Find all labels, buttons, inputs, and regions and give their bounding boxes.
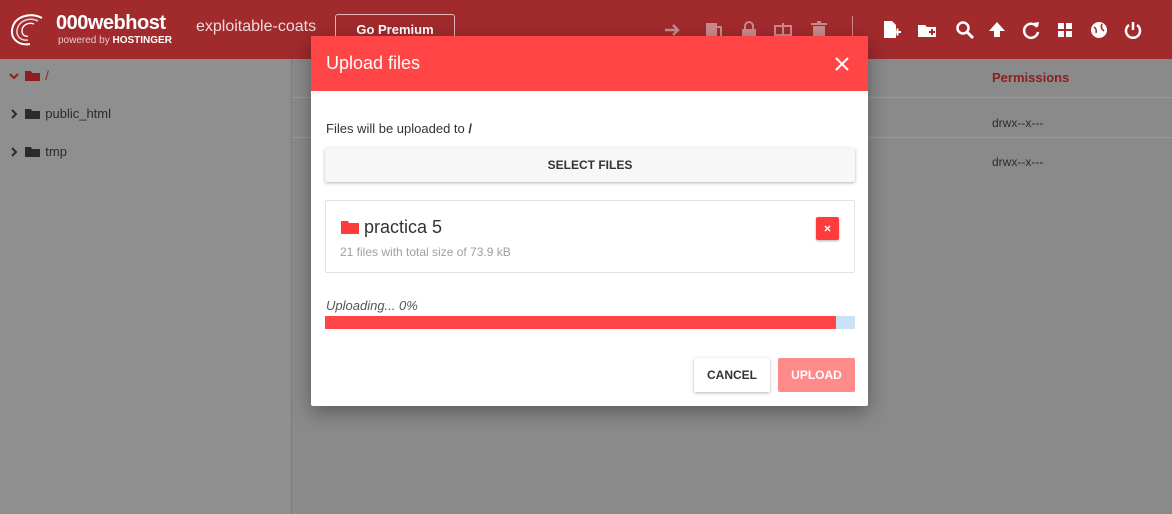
upload-button[interactable]: UPLOAD xyxy=(778,358,855,392)
upload-progress-bar xyxy=(325,316,855,329)
grid-view-icon[interactable] xyxy=(1054,19,1076,41)
brand-name: 000webhost xyxy=(56,12,166,34)
selected-file-name: practica 5 xyxy=(364,217,443,237)
remove-file-button[interactable] xyxy=(816,217,839,240)
upload-destination: Files will be uploaded to / xyxy=(326,121,472,136)
chevron-right-icon[interactable] xyxy=(8,146,20,158)
tree-item-label: tmp xyxy=(45,144,67,160)
refresh-icon[interactable] xyxy=(1020,19,1042,41)
close-icon[interactable] xyxy=(831,53,853,75)
selected-file-meta: 21 files with total size of 73.9 kB xyxy=(340,245,511,259)
chevron-right-icon[interactable] xyxy=(8,108,20,120)
cancel-button[interactable]: CANCEL xyxy=(694,358,770,392)
open-folder-icon xyxy=(24,70,40,81)
new-folder-icon[interactable] xyxy=(916,19,938,41)
upload-status: Uploading... 0% xyxy=(326,298,418,313)
select-files-button[interactable]: SELECT FILES xyxy=(325,148,855,182)
permissions-column-header[interactable]: Permissions xyxy=(992,70,1069,85)
swirl-logo-icon xyxy=(10,14,43,46)
folder-icon xyxy=(341,221,359,234)
tree-root[interactable]: / xyxy=(8,67,49,89)
new-file-icon[interactable] xyxy=(880,19,902,41)
folder-icon xyxy=(24,146,40,157)
search-icon[interactable] xyxy=(954,19,976,41)
dialog-header: Upload files xyxy=(311,36,868,91)
upload-progress-fill xyxy=(325,316,836,329)
chevron-down-icon[interactable] xyxy=(8,70,20,82)
selected-file-card: practica 5 21 files with total size of 7… xyxy=(325,200,855,273)
row-permissions: drwx--x--- xyxy=(992,116,1044,130)
upload-files-dialog: Upload files Files will be uploaded to /… xyxy=(311,36,868,406)
globe-icon[interactable] xyxy=(1088,19,1110,41)
row-permissions: drwx--x--- xyxy=(992,155,1044,169)
dialog-title: Upload files xyxy=(326,53,421,73)
upload-icon[interactable] xyxy=(986,19,1008,41)
tree-item-public-html[interactable]: public_html xyxy=(8,105,111,127)
site-name: exploitable-coats xyxy=(196,18,317,35)
brand-logo[interactable]: 000webhost powered by HOSTINGER xyxy=(8,12,198,48)
folder-icon xyxy=(24,108,40,119)
tree-item-tmp[interactable]: tmp xyxy=(8,143,67,165)
close-icon xyxy=(824,225,831,232)
logout-icon[interactable] xyxy=(1122,19,1144,41)
tree-item-label: public_html xyxy=(45,106,112,122)
powered-by: powered by HOSTINGER xyxy=(58,35,172,46)
tree-root-label: / xyxy=(45,68,49,84)
destination-path: / xyxy=(468,121,472,136)
folder-tree: / public_html tmp xyxy=(0,59,292,514)
